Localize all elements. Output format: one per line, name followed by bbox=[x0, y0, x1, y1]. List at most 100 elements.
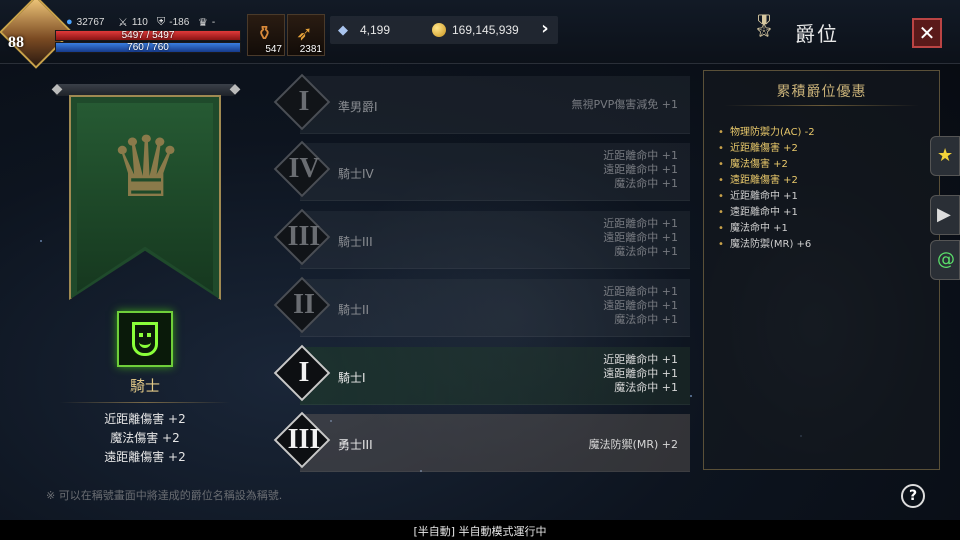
horn-icon: ➶ bbox=[296, 21, 313, 45]
benefit-item: 近距離命中 +1 bbox=[718, 189, 815, 205]
currency-expand-button[interactable]: › bbox=[536, 18, 554, 40]
exp-stat: ● 32767 bbox=[66, 16, 104, 28]
rank-effect: 近距離命中 +1 bbox=[603, 353, 678, 366]
rank-effect: 無視PVP傷害減免 +1 bbox=[571, 98, 678, 111]
accumulated-list: 物理防禦力(AC) -2 近距離傷害 +2 魔法傷害 +2 遠距離傷害 +2 近… bbox=[718, 125, 815, 253]
rank-name: 騎士I bbox=[338, 371, 366, 385]
rank-name: 勇士III bbox=[338, 438, 373, 452]
quick-slot-count: 2381 bbox=[299, 44, 322, 55]
quick-slot-count: 547 bbox=[265, 44, 282, 55]
medal-icon: 🎖 bbox=[750, 14, 778, 39]
rank-effects: 近距離命中 +1 遠距離命中 +1 魔法命中 +1 bbox=[603, 285, 678, 327]
rank-effect: 魔法防禦(MR) +2 bbox=[588, 438, 678, 451]
hp-bar: 5497 / 5497 bbox=[55, 30, 241, 41]
accumulated-benefits-panel: 累積爵位優惠 物理防禦力(AC) -2 近距離傷害 +2 魔法傷害 +2 遠距離… bbox=[703, 70, 940, 470]
rank-numeral: III bbox=[287, 424, 321, 455]
play-icon: ▶ bbox=[937, 204, 951, 225]
background-star bbox=[690, 395, 692, 397]
attack-value: 110 bbox=[131, 17, 148, 28]
gold-amount: 169,145,939 bbox=[452, 23, 519, 37]
rank-name: 騎士II bbox=[338, 303, 370, 317]
top-status-bar: 88 ● 32767 ⚔ 110 ⛨ -186 ♛ - 5497 / 5497 … bbox=[0, 0, 960, 69]
gem-currency: ◆ 4,199 bbox=[338, 18, 390, 42]
defense-value: -186 bbox=[169, 17, 190, 28]
help-button[interactable]: ? bbox=[901, 484, 925, 508]
knight-face-icon bbox=[132, 322, 158, 356]
trophy-icon: ♛ bbox=[198, 17, 208, 29]
rank-name: 騎士IV bbox=[338, 167, 374, 181]
exp-icon: ● bbox=[66, 16, 73, 28]
benefit-item: 魔法命中 +1 bbox=[718, 221, 815, 237]
rod-finial-icon: ◆ bbox=[51, 81, 63, 97]
divider bbox=[724, 105, 919, 106]
rank-row[interactable]: IV 騎士IV 近距離命中 +1 遠距離命中 +1 魔法命中 +1 bbox=[273, 140, 690, 201]
divider bbox=[60, 402, 230, 403]
page-title: 爵位 bbox=[795, 22, 839, 46]
rank-effects: 近距離命中 +1 遠距離命中 +1 魔法命中 +1 bbox=[603, 217, 678, 259]
rank-name: 準男爵I bbox=[338, 100, 378, 114]
trophy-stat: ♛ - bbox=[198, 16, 215, 29]
defense-stat: ⛨ -186 bbox=[157, 16, 189, 29]
bonus-item: 遠距離傷害 +2 bbox=[104, 450, 186, 464]
rod-finial-icon: ◆ bbox=[229, 81, 241, 97]
rank-effects: 魔法防禦(MR) +2 bbox=[589, 438, 678, 452]
rank-row[interactable]: I 準男爵I 無視PVP傷害減免 +1 bbox=[273, 73, 690, 134]
exp-value: 32767 bbox=[76, 16, 105, 28]
bonus-item: 近距離傷害 +2 bbox=[104, 412, 186, 426]
benefit-item: 遠距離命中 +1 bbox=[718, 205, 815, 221]
quick-slot-potion[interactable]: ⚱ 547 bbox=[247, 14, 285, 56]
rank-effect: 遠距離命中 +1 bbox=[603, 231, 678, 244]
rank-row[interactable]: III 騎士III 近距離命中 +1 遠距離命中 +1 魔法命中 +1 bbox=[273, 208, 690, 269]
rank-row-current[interactable]: III 勇士III 魔法防禦(MR) +2 bbox=[273, 411, 690, 472]
rank-effect: 遠距離命中 +1 bbox=[603, 299, 678, 312]
gem-icon: ◆ bbox=[338, 22, 348, 37]
footer-note: ※ 可以在稱號畫面中將達成的爵位名稱設為稱號. bbox=[46, 489, 283, 502]
benefit-item: 魔法防禦(MR) +6 bbox=[718, 237, 815, 253]
side-tab-play[interactable]: ▶ bbox=[930, 195, 960, 235]
auto-mode-status: [半自動] 半自動模式運行中 bbox=[413, 525, 547, 538]
benefit-item: 遠距離傷害 +2 bbox=[718, 173, 815, 189]
player-level: 88 bbox=[8, 34, 24, 51]
accumulated-title: 累積爵位優惠 bbox=[776, 84, 867, 100]
rank-effects: 無視PVP傷害減免 +1 bbox=[571, 98, 678, 112]
close-button[interactable]: ✕ bbox=[912, 18, 942, 48]
rank-row[interactable]: II 騎士II 近距離命中 +1 遠距離命中 +1 魔法命中 +1 bbox=[273, 276, 690, 337]
rank-numeral: I bbox=[298, 86, 310, 117]
rank-numeral: II bbox=[293, 289, 315, 320]
rank-effect: 遠距離命中 +1 bbox=[603, 163, 678, 176]
rank-numeral: III bbox=[287, 221, 321, 252]
star-icon: ★ bbox=[937, 145, 954, 166]
side-tab-favorite[interactable]: ★ bbox=[930, 136, 960, 176]
banner-rod bbox=[55, 84, 235, 96]
gold-currency: 169,145,939 bbox=[432, 18, 519, 42]
background-star bbox=[40, 240, 42, 242]
rank-effect: 魔法命中 +1 bbox=[614, 177, 678, 190]
rank-name: 騎士III bbox=[338, 235, 373, 249]
gold-coin-icon bbox=[432, 23, 446, 37]
rank-effect: 魔法命中 +1 bbox=[614, 381, 678, 394]
helmet-icon: ⛨ bbox=[157, 16, 166, 28]
rank-effect: 魔法命中 +1 bbox=[614, 245, 678, 258]
rank-emblem bbox=[117, 311, 173, 367]
attack-stat: ⚔ 110 bbox=[118, 16, 148, 29]
bonus-item: 魔法傷害 +2 bbox=[110, 431, 180, 445]
sword-icon: ⚔ bbox=[118, 17, 128, 29]
rank-effect: 遠距離命中 +1 bbox=[603, 367, 678, 380]
rank-effect: 近距離命中 +1 bbox=[603, 149, 678, 162]
rank-effects: 近距離命中 +1 遠距離命中 +1 魔法命中 +1 bbox=[603, 353, 678, 395]
mp-bar: 760 / 760 bbox=[55, 42, 241, 53]
benefit-item: 魔法傷害 +2 bbox=[718, 157, 815, 173]
hp-text: 5497 / 5497 bbox=[121, 30, 175, 41]
current-rank-name: 騎士 bbox=[129, 377, 160, 395]
rank-numeral: I bbox=[298, 357, 310, 388]
swirl-icon: @ bbox=[937, 249, 955, 270]
rank-effect: 魔法命中 +1 bbox=[614, 313, 678, 326]
benefit-item: 物理防禦力(AC) -2 bbox=[718, 125, 815, 141]
side-tab-swirl[interactable]: @ bbox=[930, 240, 960, 280]
quick-slot-horn[interactable]: ➶ 2381 bbox=[287, 14, 325, 56]
potion-icon: ⚱ bbox=[256, 21, 273, 45]
rank-row[interactable]: I 騎士I 近距離命中 +1 遠距離命中 +1 魔法命中 +1 bbox=[273, 344, 690, 405]
mp-text: 760 / 760 bbox=[127, 42, 169, 53]
rank-effects: 近距離命中 +1 遠距離命中 +1 魔法命中 +1 bbox=[603, 149, 678, 191]
double-eagle-icon: ♛ bbox=[108, 118, 184, 216]
